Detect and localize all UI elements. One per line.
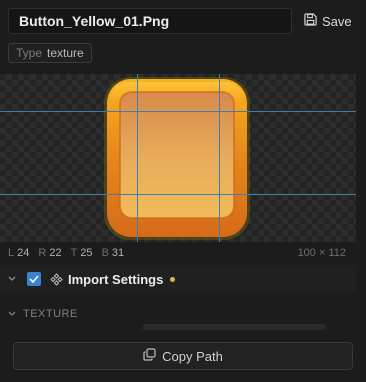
- stat-l-label: L: [8, 247, 15, 259]
- type-chip-key: Type: [16, 46, 43, 60]
- slice-stats: L 24 R 22 T 25 B 31 100 × 112: [0, 242, 356, 264]
- save-label: Save: [322, 13, 352, 29]
- stat-r-value: 22: [49, 247, 62, 259]
- slice-guide-top[interactable]: [0, 111, 356, 112]
- stat-r-label: R: [38, 247, 47, 259]
- stat-l-value: 24: [17, 247, 30, 259]
- modified-indicator-dot: [170, 276, 176, 282]
- type-chip-value: texture: [47, 46, 84, 60]
- type-chip: Type texture: [8, 43, 92, 63]
- texture-section-label: TEXTURE: [23, 308, 78, 320]
- footer-bar: Copy Path: [0, 330, 366, 382]
- slice-guide-left[interactable]: [137, 74, 138, 242]
- texture-preview[interactable]: [0, 74, 356, 242]
- image-dimensions: 100 × 112: [297, 247, 346, 259]
- copy-path-label: Copy Path: [162, 348, 223, 364]
- button-yellow-texture: [104, 77, 250, 240]
- diamond-move-icon: [49, 272, 63, 286]
- file-name-field[interactable]: Button_Yellow_01.Png: [8, 8, 292, 34]
- texture-section-header[interactable]: TEXTURE: [0, 304, 356, 324]
- stat-t-label: T: [70, 247, 78, 259]
- import-settings-label: Import Settings: [68, 271, 164, 287]
- slice-guide-right[interactable]: [219, 74, 220, 242]
- chevron-down-icon[interactable]: [5, 307, 19, 321]
- stat-t-value: 25: [80, 247, 93, 259]
- import-settings-header[interactable]: Import Settings: [0, 265, 356, 293]
- copy-path-button[interactable]: Copy Path: [13, 342, 353, 370]
- copy-icon: [143, 348, 156, 364]
- import-settings-checkbox[interactable]: [27, 272, 41, 286]
- stat-b-label: B: [101, 247, 109, 259]
- checkmark-icon: [29, 275, 39, 283]
- save-icon: [304, 13, 317, 29]
- stat-b-value: 31: [111, 247, 125, 259]
- file-name-text: Button_Yellow_01.Png: [19, 13, 170, 29]
- chevron-down-icon[interactable]: [5, 272, 19, 286]
- slice-guide-bottom[interactable]: [0, 194, 356, 195]
- save-button[interactable]: Save: [304, 10, 360, 32]
